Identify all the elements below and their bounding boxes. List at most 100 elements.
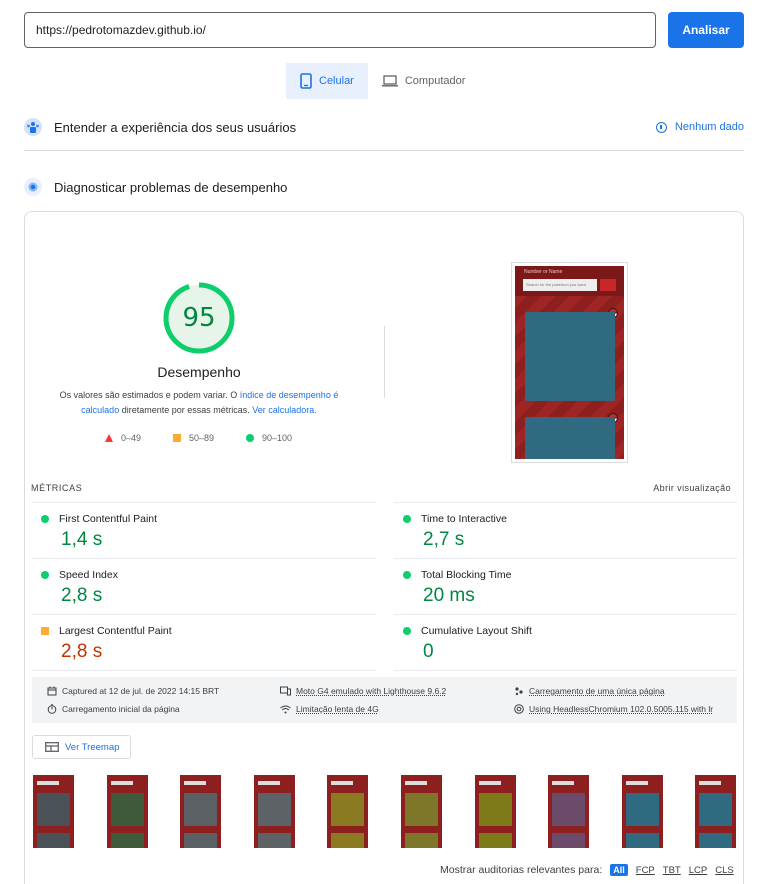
screenshot-button [600, 279, 616, 291]
screenshot-card [525, 417, 615, 459]
metric-value: 1,4 s [61, 529, 103, 550]
filmstrip-frame [474, 775, 516, 848]
metric-name: First Contentful Paint [59, 513, 158, 525]
chrome-icon [514, 704, 524, 714]
calendar-icon [47, 686, 57, 696]
audit-filter-label: Mostrar auditorias relevantes para: [440, 864, 603, 876]
analyze-button[interactable]: Analisar [668, 12, 744, 48]
tab-mobile-label: Celular [319, 75, 354, 87]
metric-value: 0 [423, 641, 434, 662]
filter-lcp-chip[interactable]: LCP [689, 865, 707, 876]
audit-filter: Mostrar auditorias relevantes para: All … [440, 864, 734, 876]
legend-pass: 90–100 [246, 433, 292, 443]
expand-view-toggle[interactable]: Abrir visualização [653, 483, 731, 493]
filter-all-chip[interactable]: All [610, 864, 628, 876]
metric-name: Time to Interactive [421, 513, 507, 525]
metric-name: Largest Contentful Paint [59, 625, 172, 637]
divider [394, 558, 737, 559]
initial-load: Carregamento inicial da página [47, 704, 180, 714]
metrics-title: MÉTRICAS [31, 483, 83, 493]
tab-desktop-label: Computador [404, 75, 466, 87]
view-treemap-button[interactable]: Ver Treemap [32, 735, 131, 759]
score-description: Os valores são estimados e podem variar.… [59, 390, 339, 415]
screenshot-search: Search for the pokemon you want [523, 279, 597, 291]
field-data-section[interactable]: Entender a experiência dos seus usuários… [24, 118, 744, 136]
throttling-text: Limitação lenta de 4G [296, 704, 379, 714]
screenshot-label: Number or Name [524, 269, 563, 275]
tab-desktop[interactable]: Computador [368, 63, 480, 99]
circle-icon [246, 434, 254, 442]
metric-value: 20 ms [423, 585, 475, 606]
calculator-link[interactable]: Ver calculadora. [252, 405, 317, 415]
session-info-text: Carregamento de uma única página [529, 686, 665, 696]
capture-time-text: Captured at 12 de jul. de 2022 14:15 BRT [62, 686, 220, 696]
devices-icon [280, 686, 291, 696]
tab-mobile[interactable]: Celular [286, 63, 368, 99]
users-icon [24, 118, 42, 136]
metric-lcp: Largest Contentful Paint 2,8 s [41, 625, 386, 663]
capture-time: Captured at 12 de jul. de 2022 14:15 BRT [47, 686, 219, 696]
browser-info-text: Using HeadlessChromium 102.0.5005.115 wi… [529, 704, 714, 714]
square-icon [173, 434, 181, 442]
legend-average: 50–89 [173, 433, 214, 443]
no-data-label: Nenhum dado [674, 121, 744, 133]
legend-fail: 0–49 [105, 433, 141, 443]
field-data-title: Entender a experiência dos seus usuários [54, 119, 297, 135]
filmstrip-frame [106, 775, 148, 848]
metric-name: Total Blocking Time [421, 569, 512, 581]
metric-tti: Time to Interactive 2,7 s [403, 513, 748, 551]
divider [394, 614, 737, 615]
metric-value: 2,8 s [61, 641, 103, 662]
filmstrip-frame [621, 775, 663, 848]
info-icon [655, 121, 667, 133]
pass-indicator-icon [41, 571, 49, 579]
pass-indicator-icon [403, 571, 411, 579]
timer-icon [47, 704, 57, 714]
device-tabs: Celular Computador [286, 63, 479, 99]
divider [32, 558, 376, 559]
divider [32, 502, 376, 503]
url-input[interactable]: https://pedrotomazdev.github.io/ [24, 12, 656, 48]
metric-value: 2,8 s [61, 585, 103, 606]
filmstrip-frame [695, 775, 737, 848]
lab-data-title: Diagnosticar problemas de desempenho [54, 179, 288, 195]
phone-icon [300, 73, 312, 89]
divider [394, 502, 737, 503]
pass-indicator-icon [41, 515, 49, 523]
divider [394, 670, 737, 671]
score-value: 95 [182, 303, 216, 333]
filmstrip-frame [33, 775, 74, 848]
session-info[interactable]: Carregamento de uma única página [514, 686, 665, 696]
metric-tbt: Total Blocking Time 20 ms [403, 569, 748, 607]
view-treemap-label: Ver Treemap [65, 741, 120, 753]
laptop-icon [381, 75, 398, 87]
people-icon [515, 687, 523, 696]
browser-info[interactable]: Using HeadlessChromium 102.0.5005.115 wi… [514, 704, 713, 714]
metric-name: Cumulative Layout Shift [421, 625, 532, 637]
filmstrip-frame [327, 775, 369, 848]
treemap-icon [45, 742, 59, 752]
filmstrip-frame [180, 775, 222, 848]
device-info-text: Moto G4 emulado with Lighthouse 9.6.2 [296, 686, 447, 696]
filmstrip-frame [548, 775, 590, 848]
filter-fcp-chip[interactable]: FCP [636, 865, 655, 876]
lab-data-section: Diagnosticar problemas de desempenho [24, 178, 744, 196]
diagnostics-icon [24, 178, 42, 196]
throttling-info[interactable]: Limitação lenta de 4G [280, 704, 379, 714]
wifi-icon [280, 705, 291, 713]
divider [32, 670, 376, 671]
device-info[interactable]: Moto G4 emulado with Lighthouse 9.6.2 [280, 686, 446, 696]
filmstrip-frame [253, 775, 295, 848]
filter-tbt-chip[interactable]: TBT [663, 865, 681, 876]
filter-cls-chip[interactable]: CLS [715, 865, 733, 876]
metric-si: Speed Index 2,8 s [41, 569, 386, 607]
final-screenshot[interactable]: Number or Name Search for the pokemon yo… [511, 262, 628, 463]
metric-name: Speed Index [59, 569, 118, 581]
screenshot-card [525, 312, 615, 401]
metric-fcp: First Contentful Paint 1,4 s [41, 513, 386, 551]
divider [384, 326, 385, 398]
triangle-icon [105, 434, 113, 442]
no-data-link[interactable]: Nenhum dado [655, 121, 744, 133]
divider [24, 150, 744, 151]
metric-value: 2,7 s [423, 529, 465, 550]
